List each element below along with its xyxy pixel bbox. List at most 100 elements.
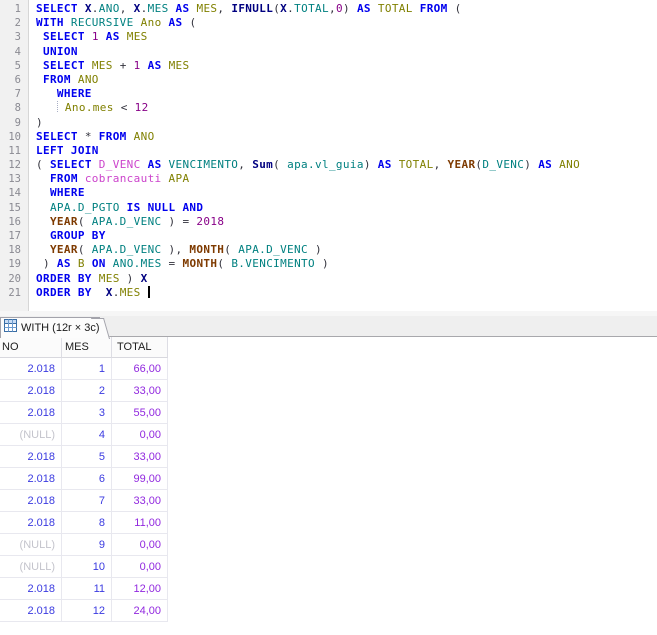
code-text: Ano.mes < 12 xyxy=(36,101,149,115)
code-line[interactable]: 11 LEFT JOIN xyxy=(0,144,657,158)
result-tab-bar: WITH (12r × 3c) xyxy=(0,316,657,337)
line-number: 14 xyxy=(0,186,29,200)
code-text: SELECT X.ANO, X.MES AS MES, IFNULL(X.TOT… xyxy=(36,2,462,16)
code-text: APA.D_PGTO IS NULL AND xyxy=(36,201,203,215)
grid-cell[interactable]: 5 xyxy=(62,446,112,468)
grid-cell[interactable]: 2.018 xyxy=(0,578,62,600)
code-line[interactable]: 4 UNION xyxy=(0,45,657,59)
line-number: 21 xyxy=(0,286,29,300)
column-header[interactable]: TOTAL xyxy=(112,337,168,358)
code-line[interactable]: 8 Ano.mes < 12 xyxy=(0,101,657,115)
code-text: GROUP BY xyxy=(36,229,106,243)
code-line[interactable]: 2 WITH RECURSIVE Ano AS ( xyxy=(0,16,657,30)
grid-cell[interactable]: 0,00 xyxy=(112,534,168,556)
code-line[interactable]: 18 YEAR( APA.D_VENC ), MONTH( APA.D_VENC… xyxy=(0,243,657,257)
grid-cell[interactable]: 2.018 xyxy=(0,446,62,468)
line-number: 16 xyxy=(0,215,29,229)
line-number: 13 xyxy=(0,172,29,186)
code-text: ) AS B ON ANO.MES = MONTH( B.VENCIMENTO … xyxy=(36,257,329,271)
line-number: 4 xyxy=(0,45,29,59)
code-text: FROM ANO xyxy=(36,73,99,87)
code-line[interactable]: 14 WHERE xyxy=(0,186,657,200)
column-header[interactable]: NO xyxy=(0,337,62,358)
grid-cell[interactable]: 4 xyxy=(62,424,112,446)
result-grid-icon xyxy=(4,319,17,337)
grid-cell[interactable]: 2.018 xyxy=(0,490,62,512)
grid-cell[interactable]: 3 xyxy=(62,402,112,424)
grid-cell[interactable]: 24,00 xyxy=(112,600,168,622)
grid-cell[interactable]: 7 xyxy=(62,490,112,512)
code-line[interactable]: 17 GROUP BY xyxy=(0,229,657,243)
code-line[interactable]: 7 WHERE xyxy=(0,87,657,101)
code-line[interactable]: 1 SELECT X.ANO, X.MES AS MES, IFNULL(X.TO… xyxy=(0,2,657,16)
grid-cell[interactable]: 12 xyxy=(62,600,112,622)
code-line[interactable]: 13 FROM cobrancauti APA xyxy=(0,172,657,186)
grid-cell[interactable]: 2.018 xyxy=(0,600,62,622)
sql-editor[interactable]: 1 SELECT X.ANO, X.MES AS MES, IFNULL(X.TO… xyxy=(0,0,657,311)
grid-cell[interactable]: (NULL) xyxy=(0,424,62,446)
code-line[interactable]: 19 ) AS B ON ANO.MES = MONTH( B.VENCIMEN… xyxy=(0,257,657,271)
code-line[interactable]: 5 SELECT MES + 1 AS MES xyxy=(0,59,657,73)
code-line[interactable]: 12 ( SELECT D_VENC AS VENCIMENTO, Sum( ap… xyxy=(0,158,657,172)
code-line[interactable]: 9) xyxy=(0,116,657,130)
line-number: 12 xyxy=(0,158,29,172)
grid-cell[interactable]: 0,00 xyxy=(112,424,168,446)
code-text: SELECT MES + 1 AS MES xyxy=(36,59,189,73)
code-text: ) xyxy=(36,116,43,130)
result-tab[interactable]: WITH (12r × 3c) xyxy=(0,317,100,338)
line-number: 18 xyxy=(0,243,29,257)
code-text: LEFT JOIN xyxy=(36,144,99,158)
code-text: ( SELECT D_VENC AS VENCIMENTO, Sum( apa.… xyxy=(36,158,580,172)
code-text: UNION xyxy=(36,45,78,59)
code-text: SELECT * FROM ANO xyxy=(36,130,155,144)
line-number: 9 xyxy=(0,116,29,130)
grid-cell[interactable]: 1 xyxy=(62,358,112,380)
grid-cell[interactable]: 55,00 xyxy=(112,402,168,424)
grid-cell[interactable]: 0,00 xyxy=(112,556,168,578)
grid-cell[interactable]: 2 xyxy=(62,380,112,402)
grid-cell[interactable]: 2.018 xyxy=(0,380,62,402)
code-text: WITH RECURSIVE Ano AS ( xyxy=(36,16,196,30)
grid-cell[interactable]: 11,00 xyxy=(112,512,168,534)
grid-cell[interactable]: 11 xyxy=(62,578,112,600)
grid-cell[interactable]: 8 xyxy=(62,512,112,534)
code-line[interactable]: 10 SELECT * FROM ANO xyxy=(0,130,657,144)
sql-query-window: 1 SELECT X.ANO, X.MES AS MES, IFNULL(X.TO… xyxy=(0,0,657,635)
grid-cell[interactable]: 6 xyxy=(62,468,112,490)
grid-cell[interactable]: 12,00 xyxy=(112,578,168,600)
grid-cell[interactable]: (NULL) xyxy=(0,556,62,578)
result-grid[interactable]: NOMESTOTAL2.018166,002.018233,002.018355… xyxy=(0,337,169,622)
grid-cell[interactable]: 2.018 xyxy=(0,512,62,534)
code-line[interactable]: 20ORDER BY MES ) X xyxy=(0,272,657,286)
code-line[interactable]: 15 APA.D_PGTO IS NULL AND xyxy=(0,201,657,215)
line-number: 3 xyxy=(0,30,29,44)
code-line[interactable]: 3 SELECT 1 AS MES xyxy=(0,30,657,44)
code-line[interactable]: 6 FROM ANO xyxy=(0,73,657,87)
line-number: 2 xyxy=(0,16,29,30)
line-number: 11 xyxy=(0,144,29,158)
code-text: FROM cobrancauti APA xyxy=(36,172,189,186)
grid-cell[interactable]: 9 xyxy=(62,534,112,556)
result-grid-area: NOMESTOTAL2.018166,002.018233,002.018355… xyxy=(0,337,657,622)
code-text: SELECT 1 AS MES xyxy=(36,30,148,44)
grid-cell[interactable]: 66,00 xyxy=(112,358,168,380)
grid-cell[interactable]: 2.018 xyxy=(0,468,62,490)
grid-cell[interactable]: 2.018 xyxy=(0,358,62,380)
code-text: WHERE xyxy=(36,186,85,200)
line-number: 20 xyxy=(0,272,29,286)
line-number: 1 xyxy=(0,2,29,16)
grid-cell[interactable]: 33,00 xyxy=(112,490,168,512)
grid-cell[interactable]: 10 xyxy=(62,556,112,578)
code-line[interactable]: 16 YEAR( APA.D_VENC ) = 2018 xyxy=(0,215,657,229)
column-header[interactable]: MES xyxy=(62,337,112,358)
code-line[interactable]: 21ORDER BY X.MES xyxy=(0,286,657,300)
code-text: YEAR( APA.D_VENC ), MONTH( APA.D_VENC ) xyxy=(36,243,322,257)
grid-cell[interactable]: 99,00 xyxy=(112,468,168,490)
line-number: 10 xyxy=(0,130,29,144)
grid-cell[interactable]: 2.018 xyxy=(0,402,62,424)
grid-cell[interactable]: (NULL) xyxy=(0,534,62,556)
line-number: 15 xyxy=(0,201,29,215)
grid-cell[interactable]: 33,00 xyxy=(112,446,168,468)
grid-cell[interactable]: 33,00 xyxy=(112,380,168,402)
sql-code-area[interactable]: 1 SELECT X.ANO, X.MES AS MES, IFNULL(X.TO… xyxy=(0,2,657,300)
